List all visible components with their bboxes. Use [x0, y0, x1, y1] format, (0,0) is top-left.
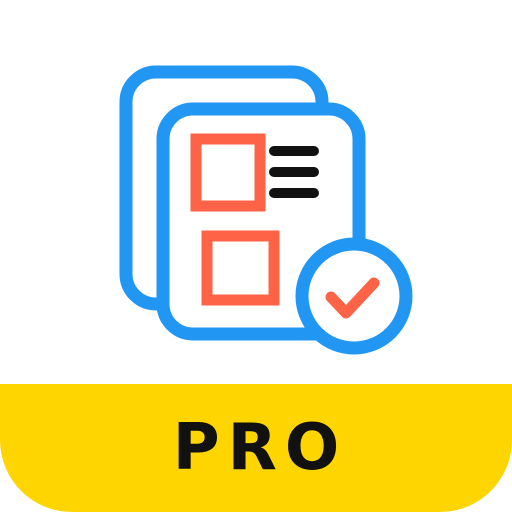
pro-label: PRO — [172, 411, 348, 485]
app-icon[interactable]: PRO — [0, 0, 512, 512]
checkmark-badge-icon — [295, 237, 413, 355]
pro-banner: PRO — [0, 384, 512, 512]
